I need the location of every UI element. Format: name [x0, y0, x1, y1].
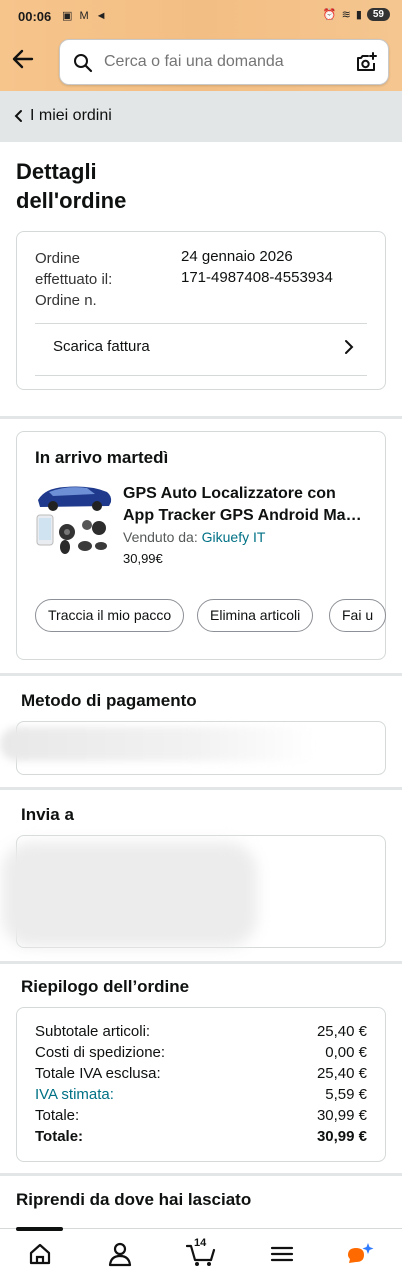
order-summary-card: Subtotale articoli: 25,40 € Costi di sped… [16, 1007, 386, 1162]
bottom-navigation: 14 [0, 1228, 402, 1278]
active-tab-indicator [16, 1227, 63, 1231]
download-invoice-label[interactable]: Scarica fattura [53, 338, 150, 355]
page-title-line2: dell'ordine [16, 188, 127, 213]
order-number-value: 171-4987408-4553934 [181, 269, 333, 286]
order-date-value: 24 gennaio 2026 [181, 248, 293, 265]
summary-value: 25,40 € [316, 1023, 367, 1040]
search-icon [74, 54, 93, 73]
shipment-card: In arrivo martedì GPS Auto Localizzatore… [16, 431, 387, 660]
summary-row: Totale IVA esclusa: 25,40 € [35, 1065, 367, 1086]
section-divider [0, 961, 402, 964]
status-bar: 00:06 ▣ M ◄ ⏰ ≋ ▮ 59 [0, 0, 402, 34]
summary-value: 30,99 € [316, 1107, 367, 1124]
breadcrumb[interactable]: I miei ordini [0, 91, 402, 142]
summary-label: Totale IVA esclusa: [35, 1065, 161, 1082]
delivery-status: In arrivo martedì [35, 448, 169, 467]
order-date-label-line1: Ordine [35, 250, 81, 267]
download-invoice-row[interactable]: Scarica fattura [35, 323, 367, 375]
account-icon[interactable] [106, 1241, 134, 1267]
chevron-right-icon [345, 340, 354, 354]
section-divider [0, 1173, 402, 1176]
section-divider [0, 416, 402, 419]
track-package-button[interactable]: Traccia il mio pacco [35, 599, 185, 632]
ship-to-title: Invia a [21, 805, 74, 824]
more-action-button[interactable]: Fai u [329, 599, 387, 632]
summary-value: 5,59 € [325, 1086, 367, 1103]
page-title: Dettagli dell'ordine [16, 157, 216, 215]
sold-by: Venduto da: Gikuefy IT [123, 529, 265, 545]
summary-row: Subtotale articoli: 25,40 € [35, 1023, 367, 1044]
cart-count: 14 [194, 1237, 207, 1249]
seller-link[interactable]: Gikuefy IT [202, 529, 266, 545]
summary-value: 25,40 € [316, 1065, 367, 1082]
summary-label: Totale: [35, 1107, 80, 1124]
camera-search-icon[interactable] [354, 51, 378, 75]
summary-row: IVA stimata: 5,59 € [35, 1086, 367, 1107]
order-info-card: Ordine effettuato il: Ordine n. 24 genna… [16, 231, 386, 390]
search-input[interactable] [104, 53, 334, 71]
order-date-label-line2: effettuato il: [35, 271, 113, 288]
rufus-assistant-icon[interactable] [346, 1241, 374, 1267]
redacted-address [2, 842, 257, 947]
sold-by-label: Venduto da: [123, 529, 202, 545]
system-icons: ⏰ ≋ ▮ 59 [323, 8, 390, 21]
product-image[interactable] [35, 480, 113, 556]
notification-icons: ▣ M ◄ [62, 10, 109, 22]
chevron-left-icon [14, 110, 22, 122]
delete-items-button[interactable]: Elimina articoli [197, 599, 314, 632]
section-divider [0, 787, 402, 790]
home-icon[interactable] [26, 1241, 54, 1267]
search-bar[interactable] [59, 39, 389, 85]
back-arrow-icon[interactable] [10, 46, 36, 72]
shipment-actions: Traccia il mio pacco Elimina articoli Fa… [35, 599, 387, 633]
summary-value: 30,99 € [316, 1128, 367, 1145]
divider [35, 375, 367, 376]
payment-method-title: Metodo di pagamento [21, 691, 197, 710]
status-time: 00:06 [18, 9, 52, 24]
breadcrumb-label[interactable]: I miei ordini [30, 107, 112, 125]
menu-icon[interactable] [268, 1241, 296, 1267]
order-number-label: Ordine n. [35, 292, 97, 309]
summary-row: Totale: 30,99 € [35, 1107, 367, 1128]
summary-row: Costi di spedizione: 0,00 € [35, 1044, 367, 1065]
wifi-icon: ≋ [341, 9, 351, 21]
summary-total-row: Totale: 30,99 € [35, 1128, 367, 1149]
cart-button[interactable]: 14 [185, 1237, 216, 1267]
summary-label: Costi di spedizione: [35, 1044, 166, 1061]
redacted-payment [0, 727, 320, 761]
order-summary-title: Riepilogo dell’ordine [21, 977, 190, 996]
page-title-line1: Dettagli [16, 159, 97, 184]
section-divider [0, 673, 402, 676]
product-title-line2[interactable]: App Tracker GPS Android Ma… [123, 505, 373, 527]
summary-label: Subtotale articoli: [35, 1023, 151, 1040]
item-price: 30,99€ [123, 551, 163, 566]
product-title-line1[interactable]: GPS Auto Localizzatore con [123, 483, 373, 505]
summary-value: 0,00 € [325, 1044, 367, 1061]
product-title[interactable]: GPS Auto Localizzatore con App Tracker G… [123, 483, 373, 527]
battery-indicator: 59 [366, 8, 390, 21]
alarm-icon: ⏰ [322, 9, 337, 21]
summary-label: Totale: [35, 1128, 84, 1145]
resume-title: Riprendi da dove hai lasciato [16, 1190, 252, 1209]
estimated-vat-link[interactable]: IVA stimata: [35, 1086, 114, 1103]
signal-icon: ▮ [355, 9, 362, 21]
